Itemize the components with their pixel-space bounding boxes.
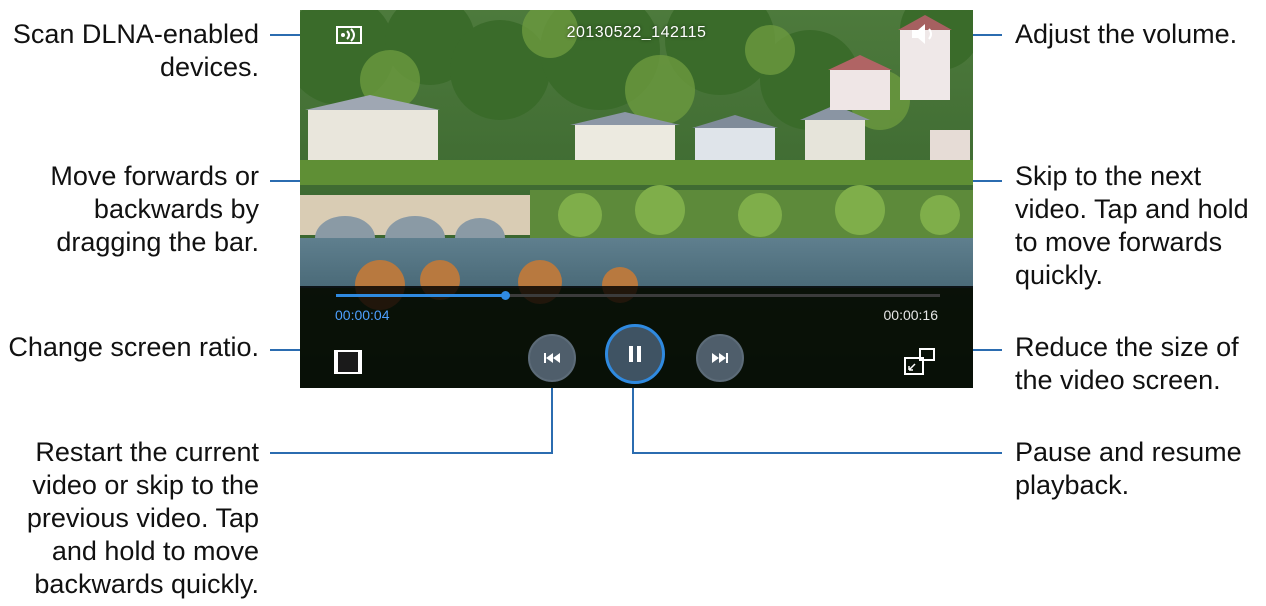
callout-line: dragging the bar. <box>56 227 259 257</box>
current-time: 00:00:04 <box>335 307 390 323</box>
callout-reduce-size: Reduce the size of the video screen. <box>1015 331 1239 397</box>
playback-controls: 00:00:04 00:00:16 <box>300 286 973 388</box>
callout-line: Skip to the next <box>1015 161 1202 191</box>
skip-next-icon <box>712 353 728 363</box>
connector-pause-h <box>634 452 1002 454</box>
callout-line: Restart the current <box>35 437 259 467</box>
callout-line: Pause and resume <box>1015 437 1242 467</box>
connector-pause-v <box>632 380 634 454</box>
total-time: 00:00:16 <box>883 307 939 323</box>
callout-pause: Pause and resume playback. <box>1015 436 1242 502</box>
previous-button[interactable] <box>528 334 576 382</box>
next-button[interactable] <box>696 334 744 382</box>
video-player[interactable]: 20130522_142115 00:00:04 00:00:16 <box>300 10 973 388</box>
pause-button[interactable] <box>605 324 665 384</box>
volume-button[interactable] <box>908 20 938 48</box>
pop-up-play-icon <box>904 348 935 375</box>
callout-line: the video screen. <box>1015 365 1221 395</box>
video-title: 20130522_142115 <box>566 24 707 41</box>
callout-line: backwards by <box>93 194 259 224</box>
skip-previous-icon <box>544 353 560 363</box>
callout-line: previous video. Tap <box>26 503 259 533</box>
callout-next: Skip to the next video. Tap and hold to … <box>1015 160 1249 292</box>
callout-previous: Restart the current video or skip to the… <box>27 436 259 601</box>
callout-line: Reduce the size of <box>1015 332 1239 362</box>
screen-ratio-icon <box>334 350 362 374</box>
seek-bar-handle[interactable] <box>501 291 511 300</box>
callout-seek-bar: Move forwards or backwards by dragging t… <box>50 160 259 259</box>
seek-bar-progress <box>336 294 506 297</box>
speaker-icon <box>912 24 932 44</box>
pause-icon <box>629 346 641 362</box>
callout-line: video or skip to the <box>32 470 259 500</box>
screen-ratio-button[interactable] <box>332 348 364 376</box>
callout-line: Move forwards or <box>50 161 259 191</box>
pop-up-play-button[interactable] <box>903 346 939 378</box>
callout-line: to move forwards <box>1015 227 1223 257</box>
callout-line: backwards quickly. <box>34 569 259 599</box>
connector-previous-v <box>551 380 553 454</box>
connector-previous-h <box>270 452 553 454</box>
callout-line: Scan DLNA-enabled <box>12 19 259 49</box>
callout-line: Adjust the volume. <box>1015 19 1238 49</box>
callout-volume: Adjust the volume. <box>1015 18 1237 51</box>
callout-line: quickly. <box>1015 260 1104 290</box>
callout-line: playback. <box>1015 470 1130 500</box>
callout-line: devices. <box>159 52 259 82</box>
callout-scan-dlna: Scan DLNA-enabled devices. <box>13 18 259 84</box>
callout-screen-ratio: Change screen ratio. <box>8 331 259 364</box>
callout-line: and hold to move <box>51 536 259 566</box>
callout-line: Change screen ratio. <box>8 332 259 362</box>
seek-bar[interactable] <box>336 291 940 300</box>
callout-line: video. Tap and hold <box>1015 194 1249 224</box>
